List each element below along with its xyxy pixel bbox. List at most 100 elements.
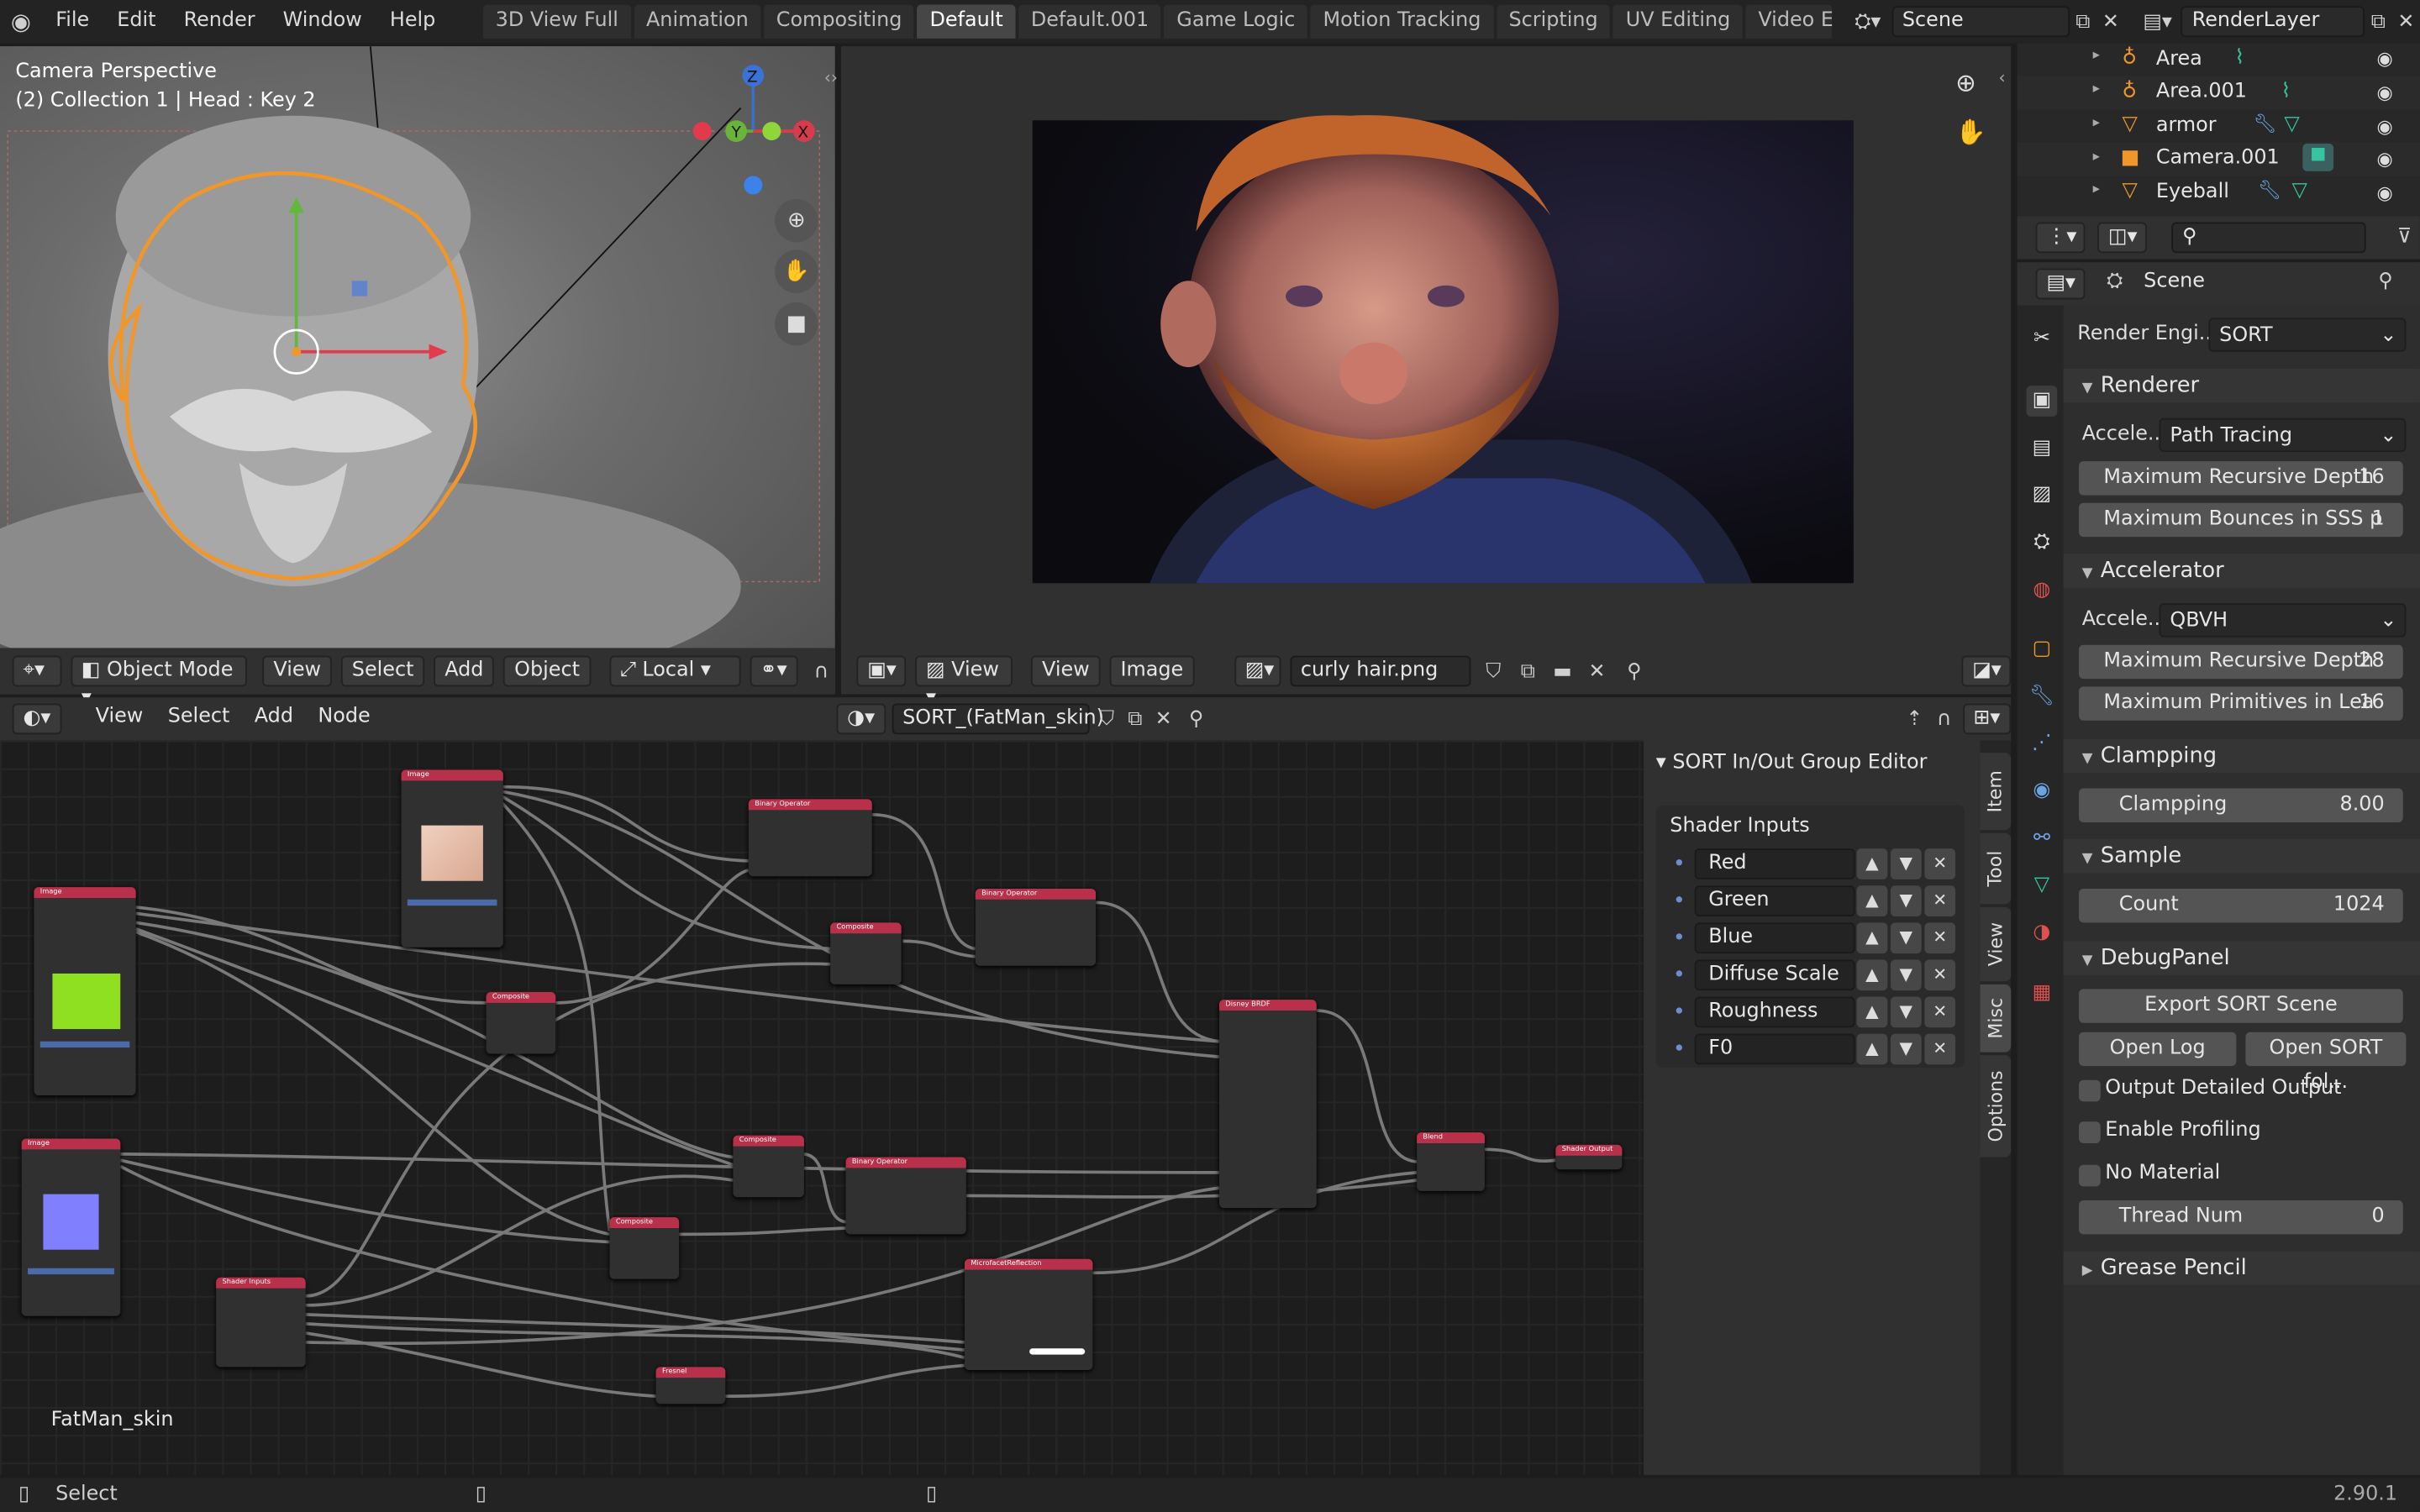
properties-pin-icon[interactable]: ⚲ (2378, 270, 2393, 293)
tab-uv-editing[interactable]: UV Editing (1613, 4, 1744, 39)
node-snap-icon[interactable]: ∩ (1932, 707, 1956, 731)
material-browse-icon[interactable]: ◑▾ (836, 703, 886, 735)
outliner-filter-icon[interactable]: ⊽ (2391, 225, 2418, 249)
outliner-item-area-001[interactable]: Area.001 (2156, 76, 2247, 109)
object-properties-icon[interactable]: ▢ (2027, 634, 2058, 665)
viewport-menu-select[interactable]: Select (340, 655, 425, 687)
image-area-arrow-icon[interactable]: ‹ (1999, 68, 2006, 88)
node-image-b[interactable]: Image (401, 769, 503, 948)
thread-num-field[interactable]: Thread Num 0 (2079, 1200, 2403, 1235)
outliner-visibility-eye-icon[interactable]: ◉ (2377, 48, 2393, 70)
render-engine-dropdown[interactable]: SORT ⌄ (2208, 318, 2407, 352)
node-editor-canvas[interactable]: Image Image Image Binary Operator Binary… (0, 740, 1644, 1475)
outliner-visibility-eye-icon[interactable]: ◉ (2377, 182, 2393, 204)
node-shader-inputs[interactable]: Shader Inputs (216, 1277, 306, 1368)
tab-motion-tracking[interactable]: Motion Tracking (1310, 4, 1494, 39)
tab-animation[interactable]: Animation (634, 4, 761, 39)
tab-default[interactable]: Default (917, 4, 1016, 39)
3d-viewport[interactable]: Camera Perspective (2) Collection 1 | He… (0, 46, 835, 695)
node-binary-operator-b[interactable]: Binary Operator (975, 888, 1097, 966)
tab-tool[interactable]: Tool (1980, 832, 2012, 905)
max-primitives-leaf-field[interactable]: Maximum Primitives in Lea 16 (2079, 686, 2403, 721)
camera-view-icon[interactable]: ■ (775, 302, 818, 346)
sample-count-field[interactable]: Count 1024 (2079, 888, 2403, 923)
outliner-expand-arrow-icon[interactable]: ▸ (2093, 81, 2100, 97)
world-properties-icon[interactable]: ◍ (2027, 575, 2058, 606)
scene-properties-icon[interactable]: ⛭ (2027, 528, 2058, 559)
node-menu-select[interactable]: Select (159, 704, 239, 735)
outliner-item-eyeball[interactable]: Eyeball (2156, 176, 2229, 209)
particle-properties-icon[interactable]: ⋰ (2027, 728, 2058, 759)
outliner-editor-type-icon[interactable]: ⋮▾ (2035, 222, 2086, 254)
remove-icon[interactable]: ✕ (1924, 922, 1956, 954)
scene-name-field[interactable]: Scene (1891, 6, 2070, 38)
pan-hand-icon[interactable]: ✋ (775, 249, 818, 293)
shader-input-green-field[interactable]: Green (1694, 885, 1855, 916)
material-fake-user-icon[interactable]: ⛉ (1096, 707, 1118, 731)
node-composite-c[interactable]: Composite (733, 1135, 804, 1198)
shader-input-blue-field[interactable]: Blue (1694, 922, 1855, 954)
parent-node-tree-icon[interactable]: ⇡ (1903, 707, 1925, 731)
image-menu-view[interactable]: View (1031, 655, 1101, 687)
viewport-menu-object[interactable]: Object (503, 655, 591, 687)
texture-properties-icon[interactable]: ▦ (2027, 978, 2058, 1009)
pivot-dropdown[interactable]: ⚭▾ (749, 655, 799, 687)
image-display-mode-icon[interactable]: ◪▾ (1961, 655, 2012, 687)
material-new-icon[interactable]: ⧉ (1124, 707, 1146, 731)
tab-game-logic[interactable]: Game Logic (1164, 4, 1308, 39)
move-down-icon[interactable]: ▼ (1890, 922, 1922, 954)
menu-window[interactable]: Window (269, 0, 376, 43)
outliner-row-armor[interactable] (2018, 109, 2420, 143)
node-menu-add[interactable]: Add (245, 704, 302, 735)
outliner-search-input[interactable]: ⚲ (2171, 222, 2366, 254)
snap-icon[interactable]: ∩ (808, 659, 835, 683)
image-zoom-icon[interactable]: ⊕ (1955, 68, 1976, 97)
shader-input-red-field[interactable]: Red (1694, 848, 1855, 879)
orientation-dropdown[interactable]: ⤢ Local ▾ (608, 655, 740, 687)
tab-scripting[interactable]: Scripting (1496, 4, 1611, 39)
enable-profiling-checkbox[interactable] (2079, 1121, 2101, 1143)
outliner-visibility-eye-icon[interactable]: ◉ (2377, 116, 2393, 138)
tab-item[interactable]: Item (1980, 753, 2012, 831)
node-editor-type-icon[interactable]: ◐▾ (12, 703, 62, 735)
shader-input-f0-field[interactable]: F0 (1694, 1033, 1855, 1065)
move-up-icon[interactable]: ▲ (1856, 922, 1888, 954)
tab-options[interactable]: Options (1980, 1055, 2012, 1158)
sample-section-header[interactable]: ▼ Sample (2063, 839, 2420, 874)
menu-edit[interactable]: Edit (103, 0, 170, 43)
remove-icon[interactable]: ✕ (1924, 959, 1956, 991)
tool-settings-icon[interactable]: ✂ (2027, 324, 2058, 355)
max-recursive-depth-field[interactable]: Maximum Recursive Depth 16 (2079, 461, 2403, 496)
tab-default-001[interactable]: Default.001 (1018, 4, 1161, 39)
node-shader-output[interactable]: Shader Output (1555, 1144, 1623, 1170)
view-layer-properties-icon[interactable]: ▨ (2027, 480, 2058, 511)
properties-editor-type-icon[interactable]: ▤▾ (2035, 268, 2086, 300)
node-image-a[interactable]: Image (34, 887, 136, 1096)
move-down-icon[interactable]: ▼ (1890, 885, 1922, 916)
move-up-icon[interactable]: ▲ (1856, 996, 1888, 1028)
node-pin-icon[interactable]: ⚲ (1181, 707, 1212, 731)
image-browse-icon[interactable]: ▨▾ (1234, 655, 1281, 687)
move-down-icon[interactable]: ▼ (1890, 848, 1922, 879)
outliner-item-camera-001[interactable]: Camera.001 (2156, 142, 2280, 176)
physics-properties-icon[interactable]: ◉ (2027, 776, 2058, 807)
unlink-image-icon[interactable]: ✕ (1585, 659, 1610, 683)
outliner-visibility-eye-icon[interactable]: ◉ (2377, 81, 2393, 103)
material-unlink-icon[interactable]: ✕ (1152, 707, 1174, 731)
renderer-integrator-dropdown[interactable]: Path Tracing ⌄ (2159, 417, 2407, 453)
move-down-icon[interactable]: ▼ (1890, 996, 1922, 1028)
node-composite-b[interactable]: Composite (830, 922, 902, 984)
move-down-icon[interactable]: ▼ (1890, 959, 1922, 991)
shader-input-diffuse-scale-field[interactable]: Diffuse Scale (1694, 959, 1855, 991)
shader-input-roughness-field[interactable]: Roughness (1694, 996, 1855, 1028)
open-sort-folder-button[interactable]: Open SORT fol... (2245, 1032, 2407, 1094)
node-microfacet-reflection[interactable]: MicrofacetReflection (964, 1258, 1093, 1370)
zoom-icon[interactable]: ⊕ (775, 198, 818, 243)
node-menu-node[interactable]: Node (308, 704, 379, 735)
image-editor-type-icon[interactable]: ▣▾ (856, 655, 907, 687)
delete-view-layer-icon[interactable]: ✕ (2392, 10, 2420, 34)
accel-max-recursive-depth-field[interactable]: Maximum Recursive Depth 28 (2079, 644, 2403, 680)
node-composite-a[interactable]: Composite (486, 991, 556, 1054)
output-properties-icon[interactable]: ▤ (2027, 433, 2058, 465)
tab-misc[interactable]: Misc (1980, 984, 2012, 1053)
